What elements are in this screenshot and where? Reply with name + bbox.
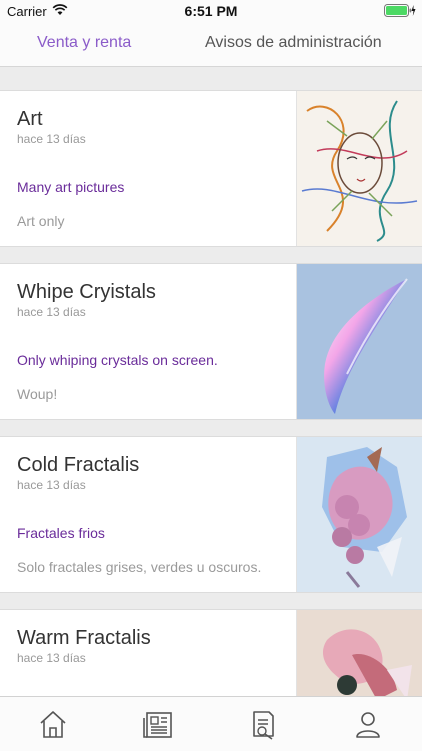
listing-card-art[interactable]: Art hace 13 días Many art pictures Art o… bbox=[0, 90, 422, 247]
listing-card-warm-fractalis[interactable]: Warm Fractalis hace 13 días bbox=[0, 609, 422, 696]
listing-description: Woup! bbox=[17, 386, 58, 402]
segment-tabs: Venta y renta Avisos de administración bbox=[0, 22, 422, 67]
listing-title: Cold Fractalis bbox=[17, 454, 140, 476]
listing-thumbnail bbox=[296, 264, 422, 419]
listing-date: hace 13 días bbox=[17, 478, 86, 492]
bottom-tab-bar bbox=[0, 696, 422, 751]
battery-icon bbox=[384, 4, 416, 20]
tab-avisos-de-administracion[interactable]: Avisos de administración bbox=[205, 34, 382, 52]
listing-description: Solo fractales grises, verdes u oscuros. bbox=[17, 559, 262, 575]
listing-subtitle: Only whiping crystals on screen. bbox=[17, 352, 218, 368]
listing-list: Art hace 13 días Many art pictures Art o… bbox=[0, 66, 422, 696]
listing-thumbnail bbox=[296, 91, 422, 246]
listing-card-cold-fractalis[interactable]: Cold Fractalis hace 13 días Fractales fr… bbox=[0, 436, 422, 593]
listing-title: Art bbox=[17, 108, 43, 130]
listing-card-whipe-cryistals[interactable]: Whipe Cryistals hace 13 días Only whipin… bbox=[0, 263, 422, 420]
clock: 6:51 PM bbox=[184, 3, 238, 19]
profile-icon[interactable] bbox=[348, 708, 388, 740]
listing-subtitle: Many art pictures bbox=[17, 179, 125, 195]
document-icon[interactable] bbox=[243, 708, 283, 740]
listing-description: Art only bbox=[17, 213, 65, 229]
listing-title: Warm Fractalis bbox=[17, 627, 151, 649]
listing-date: hace 13 días bbox=[17, 305, 86, 319]
listing-thumbnail bbox=[296, 437, 422, 592]
listing-title: Whipe Cryistals bbox=[17, 281, 156, 303]
home-icon[interactable] bbox=[33, 708, 73, 740]
listing-date: hace 13 días bbox=[17, 132, 86, 146]
status-bar: Carrier 6:51 PM bbox=[0, 0, 422, 22]
listing-date: hace 13 días bbox=[17, 651, 86, 665]
listing-subtitle: Fractales frios bbox=[17, 525, 105, 541]
listing-thumbnail bbox=[296, 610, 422, 696]
newspaper-icon[interactable] bbox=[138, 708, 178, 740]
tab-venta-y-renta[interactable]: Venta y renta bbox=[37, 34, 131, 52]
